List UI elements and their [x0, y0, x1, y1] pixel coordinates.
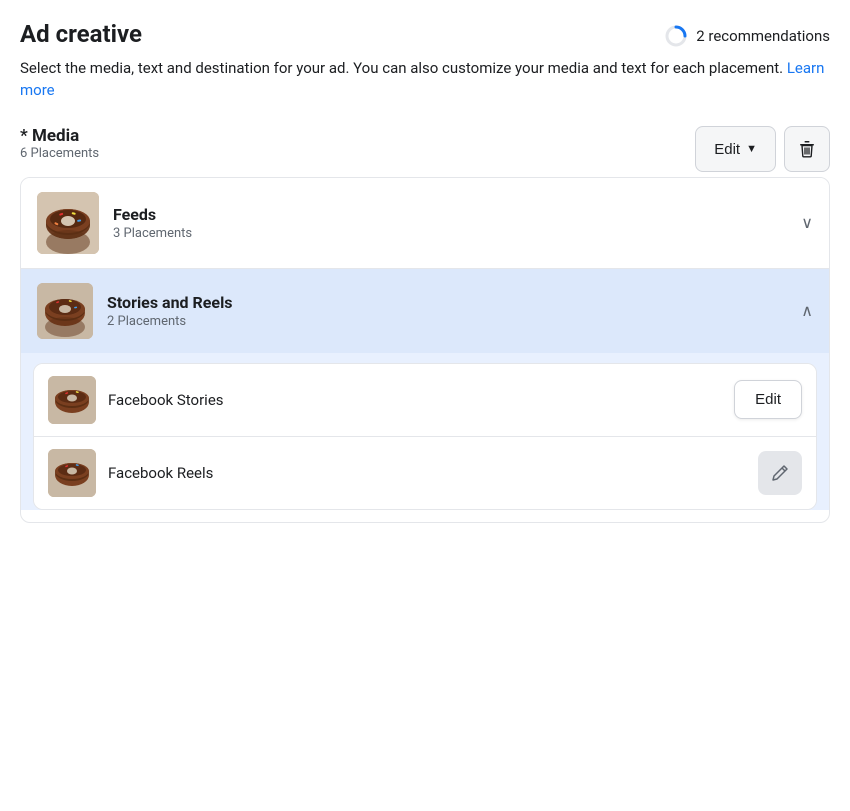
donut-image-fb-stories — [48, 376, 96, 424]
feeds-group-info: Feeds 3 Placements — [113, 205, 192, 241]
stories-reels-left: Stories and Reels 2 Placements — [37, 283, 233, 339]
feeds-group-left: Feeds 3 Placements — [37, 192, 192, 254]
page-title: Ad creative — [20, 20, 142, 49]
chevron-down-icon: ▼ — [746, 143, 757, 155]
media-title: * Media — [20, 126, 99, 146]
media-actions: Edit ▼ — [695, 126, 830, 172]
description-text: Select the media, text and destination f… — [20, 57, 830, 102]
edit-dropdown-button[interactable]: Edit ▼ — [695, 126, 776, 172]
stories-reels-chevron-up-icon: ∧ — [801, 301, 813, 320]
facebook-reels-left: Facebook Reels — [48, 449, 213, 497]
media-header: * Media 6 Placements Edit ▼ — [20, 126, 830, 173]
facebook-reels-row: Facebook Reels — [34, 436, 816, 509]
donut-image-fb-reels — [48, 449, 96, 497]
trash-icon — [797, 139, 817, 159]
recommendations-count: 2 recommendations — [696, 27, 830, 45]
page-container: Ad creative 2 recommendations Select the… — [20, 20, 830, 523]
stories-reels-thumbnail — [37, 283, 93, 339]
placement-groups-container: Feeds 3 Placements ∨ — [20, 177, 830, 523]
facebook-reels-thumbnail — [48, 449, 96, 497]
stories-reels-group: Stories and Reels 2 Placements ∧ — [21, 268, 829, 510]
facebook-reels-name: Facebook Reels — [108, 464, 213, 482]
facebook-stories-edit-button[interactable]: Edit — [734, 380, 802, 419]
recommendations-badge: 2 recommendations — [664, 24, 830, 48]
total-placements-count: 6 Placements — [20, 146, 99, 161]
stories-reels-name: Stories and Reels — [107, 293, 233, 312]
pencil-icon — [771, 464, 789, 482]
donut-image-feeds — [37, 192, 99, 254]
media-section: * Media 6 Placements Edit ▼ — [20, 126, 830, 523]
feeds-group-row[interactable]: Feeds 3 Placements ∨ — [21, 178, 829, 268]
feeds-chevron-down-icon: ∨ — [801, 213, 813, 232]
donut-image-stories — [37, 283, 93, 339]
delete-button[interactable] — [784, 126, 830, 172]
media-title-block: * Media 6 Placements — [20, 126, 99, 173]
stories-reels-header[interactable]: Stories and Reels 2 Placements ∧ — [21, 269, 829, 353]
feeds-group-count: 3 Placements — [113, 226, 192, 241]
facebook-stories-left: Facebook Stories — [48, 376, 224, 424]
facebook-stories-name: Facebook Stories — [108, 391, 224, 409]
spinner-icon — [664, 24, 688, 48]
sub-items-container: Facebook Stories Edit — [33, 363, 817, 510]
stories-reels-info: Stories and Reels 2 Placements — [107, 293, 233, 329]
feeds-group-name: Feeds — [113, 205, 192, 224]
facebook-stories-row: Facebook Stories Edit — [34, 364, 816, 436]
facebook-reels-edit-button[interactable] — [758, 451, 802, 495]
feeds-thumbnail — [37, 192, 99, 254]
stories-reels-count: 2 Placements — [107, 314, 233, 329]
header-section: Ad creative 2 recommendations — [20, 20, 830, 49]
facebook-stories-thumbnail — [48, 376, 96, 424]
